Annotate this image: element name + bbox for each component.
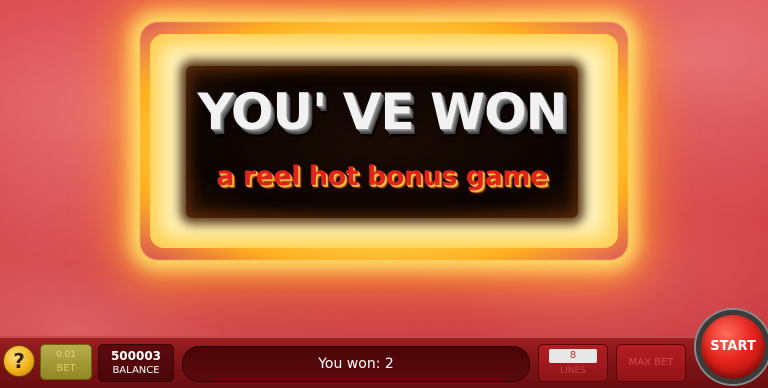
- lines-label: LINES: [560, 366, 586, 376]
- bonus-game-subline: a reel hot bonus game: [216, 161, 548, 192]
- balance-value: 500003: [110, 349, 162, 363]
- balance-label: BALANCE: [112, 365, 160, 376]
- max-bet-button[interactable]: MAX BET: [616, 344, 686, 382]
- win-message: You won: 2: [182, 346, 530, 382]
- balance-display: 500003 BALANCE: [98, 344, 174, 382]
- game-scene: YOU' VE WON a reel hot bonus game: [0, 0, 768, 336]
- bet-value: 0.01: [55, 350, 77, 360]
- bet-button[interactable]: 0.01 BET: [40, 344, 92, 380]
- lines-button[interactable]: 8 LINES: [538, 344, 608, 382]
- win-headline: YOU' VE WON: [197, 83, 567, 141]
- lines-value: 8: [549, 349, 597, 363]
- help-button[interactable]: ?: [3, 345, 35, 377]
- bet-label: BET: [56, 363, 76, 374]
- start-button[interactable]: START: [696, 310, 768, 384]
